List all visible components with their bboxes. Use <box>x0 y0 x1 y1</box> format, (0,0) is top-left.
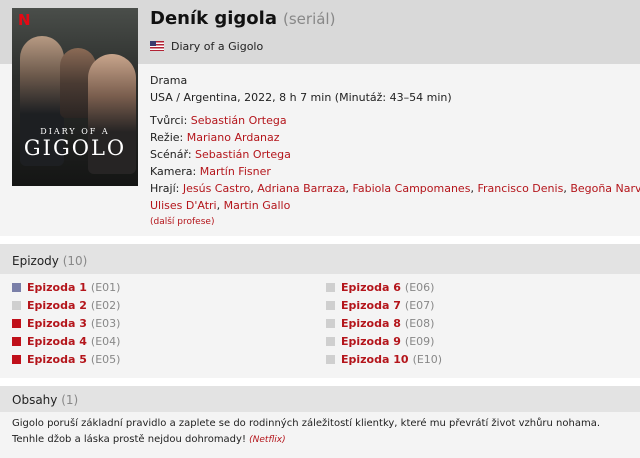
episode-code: (E08) <box>404 317 435 330</box>
netflix-logo: N <box>18 11 31 29</box>
episodes-title: Epizody (10) <box>12 254 87 268</box>
cast-row-1: Hrají: Jesús Castro, Adriana Barraza, Fa… <box>150 182 640 195</box>
plot-header <box>0 386 640 412</box>
episode-item[interactable]: Epizoda 5 (E05) <box>12 353 120 366</box>
episode-link[interactable]: Epizoda 8 <box>341 317 401 330</box>
camera-label: Kamera: <box>150 165 197 178</box>
director-label: Režie: <box>150 131 184 144</box>
original-title: Diary of a Gigolo <box>150 40 263 53</box>
rated-status-icon <box>12 319 21 328</box>
episode-link[interactable]: Epizoda 1 <box>27 281 87 294</box>
episode-link[interactable]: Epizoda 4 <box>27 335 87 348</box>
cast-link[interactable]: Adriana Barraza <box>257 182 345 195</box>
episode-link[interactable]: Epizoda 2 <box>27 299 87 312</box>
episode-item[interactable]: Epizoda 10 (E10) <box>326 353 442 366</box>
episode-item[interactable]: Epizoda 2 (E02) <box>12 299 120 312</box>
unrated-status-icon <box>326 337 335 346</box>
writer-link[interactable]: Sebastián Ortega <box>195 148 291 161</box>
writer-label: Scénář: <box>150 148 192 161</box>
watched-status-icon <box>12 283 21 292</box>
episode-item[interactable]: Epizoda 1 (E01) <box>12 281 120 294</box>
camera-row: Kamera: Martín Fisner <box>150 165 271 178</box>
unrated-status-icon <box>326 283 335 292</box>
episode-link[interactable]: Epizoda 5 <box>27 353 87 366</box>
episode-link[interactable]: Epizoda 6 <box>341 281 401 294</box>
episode-link[interactable]: Epizoda 9 <box>341 335 401 348</box>
director-link[interactable]: Mariano Ardanaz <box>187 131 280 144</box>
episode-code: (E03) <box>90 317 121 330</box>
poster-image[interactable]: N DIARY OF A GIGOLO <box>12 8 138 186</box>
cast-link[interactable]: Martin Gallo <box>224 199 291 212</box>
poster-title-line1: DIARY OF A <box>40 127 110 136</box>
episode-item[interactable]: Epizoda 3 (E03) <box>12 317 120 330</box>
unrated-status-icon <box>326 301 335 310</box>
episode-code: (E01) <box>90 281 121 294</box>
episode-code: (E02) <box>90 299 121 312</box>
episode-link[interactable]: Epizoda 3 <box>27 317 87 330</box>
unrated-status-icon <box>326 355 335 364</box>
unrated-status-icon <box>326 319 335 328</box>
cast-link[interactable]: Francisco Denis <box>477 182 563 195</box>
episode-code: (E06) <box>404 281 435 294</box>
rated-status-icon <box>12 337 21 346</box>
more-professions-link[interactable]: (další profese) <box>150 217 214 227</box>
episode-item[interactable]: Epizoda 4 (E04) <box>12 335 120 348</box>
plot-count: (1) <box>61 393 79 407</box>
episodes-count: (10) <box>62 254 88 268</box>
episode-item[interactable]: Epizoda 6 (E06) <box>326 281 434 294</box>
page-title: Deník gigola <box>150 8 277 29</box>
camera-link[interactable]: Martín Fisner <box>200 165 271 178</box>
episode-code: (E09) <box>404 335 435 348</box>
episode-code: (E07) <box>404 299 435 312</box>
poster-title-line2: GIGOLO <box>23 136 127 160</box>
director-row: Režie: Mariano Ardanaz <box>150 131 280 144</box>
title-row: Deník gigola (seriál) <box>150 8 335 29</box>
cast-link[interactable]: Jesús Castro <box>183 182 250 195</box>
cast-label: Hrají: <box>150 182 180 195</box>
episode-link[interactable]: Epizoda 7 <box>341 299 401 312</box>
plot-source-link[interactable]: (Netflix) <box>249 435 285 445</box>
episode-code: (E10) <box>412 353 443 366</box>
plot-title-text: Obsahy <box>12 393 58 407</box>
genre: Drama <box>150 74 188 87</box>
origin-line: USA / Argentina, 2022, 8 h 7 min (Minutá… <box>150 91 452 104</box>
episode-link[interactable]: Epizoda 10 <box>341 353 409 366</box>
unrated-status-icon <box>12 301 21 310</box>
episode-code: (E05) <box>90 353 121 366</box>
creators-label: Tvůrci: <box>150 114 188 127</box>
original-title-text: Diary of a Gigolo <box>171 40 264 53</box>
title-type: (seriál) <box>283 10 336 28</box>
cast-link[interactable]: Ulises D'Atri <box>150 199 217 212</box>
episodes-title-text: Epizody <box>12 254 59 268</box>
episode-item[interactable]: Epizoda 9 (E09) <box>326 335 434 348</box>
plot-title: Obsahy (1) <box>12 393 78 407</box>
rated-status-icon <box>12 355 21 364</box>
plot-text: Gigolo poruší základní pravidlo a zaplet… <box>12 416 632 448</box>
creator-link[interactable]: Sebastián Ortega <box>191 114 287 127</box>
cast-link[interactable]: Fabiola Campomanes <box>353 182 471 195</box>
writer-row: Scénář: Sebastián Ortega <box>150 148 291 161</box>
episodes-header <box>0 244 640 274</box>
episode-item[interactable]: Epizoda 7 (E07) <box>326 299 434 312</box>
episode-code: (E04) <box>90 335 121 348</box>
episode-item[interactable]: Epizoda 8 (E08) <box>326 317 434 330</box>
us-flag-icon <box>150 41 164 51</box>
plot-body: Gigolo poruší základní pravidlo a zaplet… <box>12 418 601 445</box>
creators-row: Tvůrci: Sebastián Ortega <box>150 114 287 127</box>
cast-link[interactable]: Begoña Narváez <box>570 182 640 195</box>
cast-row-2: Ulises D'Atri, Martin Gallo <box>150 199 291 212</box>
